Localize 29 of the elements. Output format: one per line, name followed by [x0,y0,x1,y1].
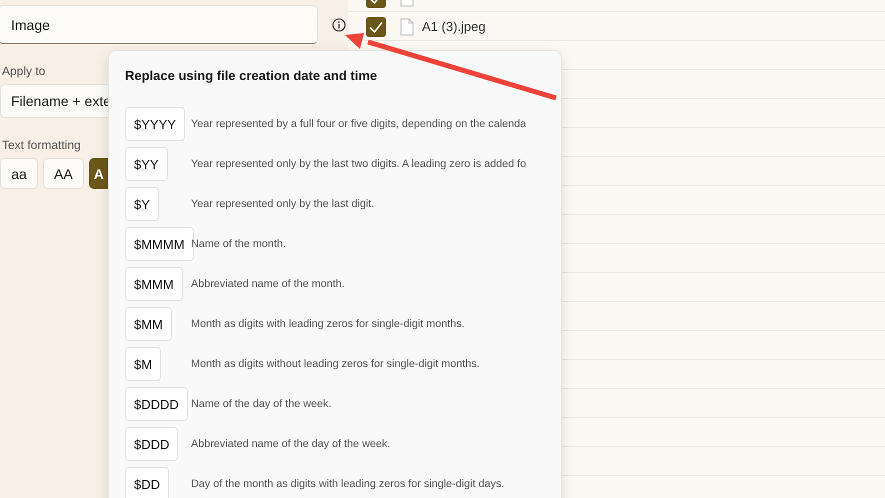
pattern-code[interactable]: $MM [125,307,172,341]
popup-title: Replace using file creation date and time [125,68,378,83]
text-formatting-label: Text formatting [2,138,81,152]
pattern-code[interactable]: $DDDD [125,387,188,421]
file-name: A1 (3).jpeg [422,19,486,34]
pattern-code[interactable]: $DDD [125,427,178,461]
pattern-description: Year represented by a full four or five digits, depending on the calenda [191,118,526,130]
info-icon[interactable] [332,18,346,32]
pattern-code[interactable]: $Y [125,187,159,221]
pattern-code[interactable]: $YYYY [125,107,185,141]
text-format-button[interactable]: AA [43,158,84,189]
pattern-code[interactable]: $YY [125,147,168,181]
pattern-code[interactable]: $MMM [125,267,183,301]
pattern-description: Month as digits without leading zeros for single-digit months. [191,358,480,370]
pattern-description: Year represented only by the last two digits. A leading zero is added fo [191,158,526,170]
pattern-description: Abbreviated name of the day of the week. [191,438,390,450]
pattern-code[interactable]: $M [125,347,162,381]
file-checkbox[interactable] [366,16,386,36]
apply-to-label: Apply to [2,64,46,78]
pattern-description: Year represented only by the last digit. [191,198,374,210]
text-format-button[interactable]: aa [0,158,38,189]
pattern-description: Name of the month. [191,238,286,250]
pattern-description: Abbreviated name of the month. [191,278,345,290]
file-icon [400,18,414,36]
pattern-description: Name of the day of the week. [191,398,332,410]
pattern-description: Month as digits with leading zeros for single-digit months. [191,318,465,330]
pattern-code[interactable]: $DD [125,467,170,498]
pattern-description: Day of the month as digits with leading zeros for single-digit days. [191,478,504,490]
name-field[interactable]: Image [0,5,318,44]
